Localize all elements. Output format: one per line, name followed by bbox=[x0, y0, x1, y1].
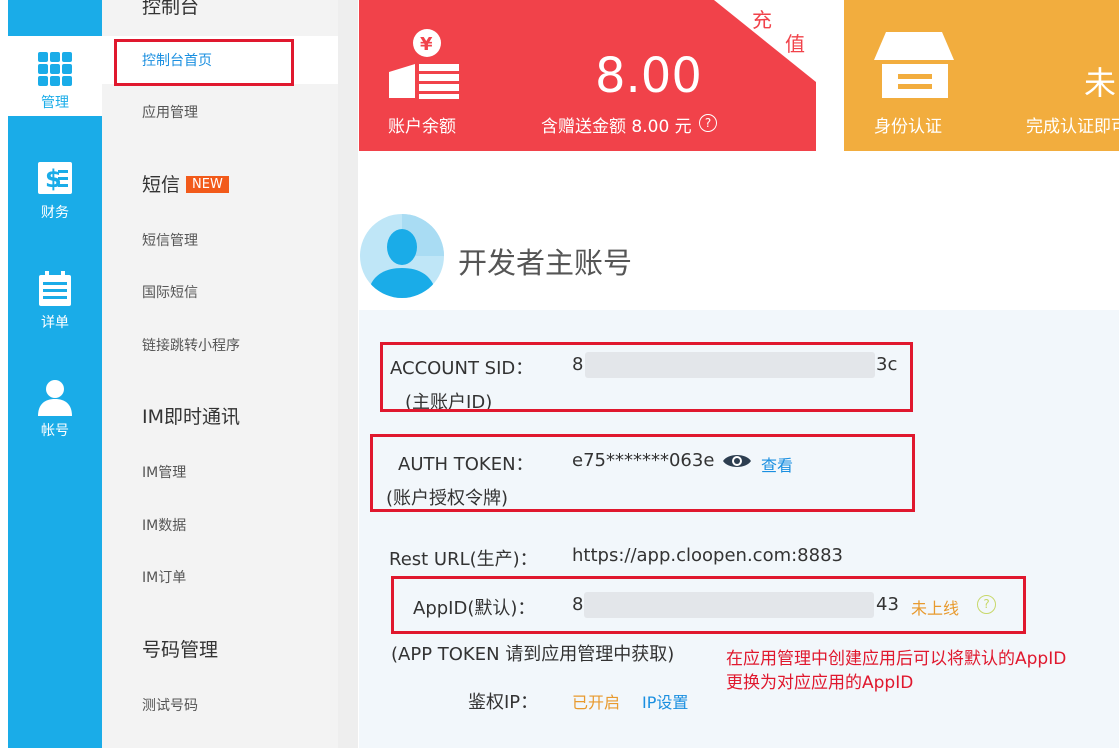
user-icon bbox=[38, 380, 72, 416]
rest-url-value: https://app.cloopen.com:8883 bbox=[572, 545, 843, 566]
highlight-box-appid bbox=[391, 576, 1026, 634]
group-console: 控制台 bbox=[142, 0, 200, 18]
identity-card: 未 身份认证 完成认证即可 bbox=[844, 0, 1119, 151]
rest-url-label: Rest URL(生产)： bbox=[389, 549, 538, 570]
account-title: 开发者主账号 bbox=[458, 246, 633, 280]
submenu-im-data[interactable]: IM数据 bbox=[142, 515, 186, 535]
submenu-panel bbox=[102, 0, 338, 748]
rail-label-account: 帐号 bbox=[41, 423, 69, 439]
ip-label: 鉴权IP： bbox=[468, 692, 539, 713]
calendar-icon bbox=[39, 271, 71, 306]
app-token-note: (APP TOKEN 请到应用管理中获取) bbox=[391, 644, 675, 665]
grid-icon bbox=[38, 52, 72, 86]
rail-item-account[interactable]: 帐号 bbox=[8, 364, 102, 444]
rail-item-finance[interactable]: $ 财务 bbox=[8, 146, 102, 226]
ip-status: 已开启 bbox=[572, 693, 621, 712]
submenu-app-manage[interactable]: 应用管理 bbox=[142, 102, 198, 122]
group-sms-label: 短信 bbox=[142, 174, 181, 196]
balance-label: 账户余额 bbox=[388, 117, 456, 137]
recharge-text-1[interactable]: 充 bbox=[752, 4, 772, 33]
new-badge: NEW bbox=[186, 176, 229, 193]
svg-text:¥: ¥ bbox=[420, 34, 433, 55]
help-icon[interactable]: ? bbox=[699, 114, 717, 132]
content-gap bbox=[338, 0, 358, 748]
ip-settings-link[interactable]: IP设置 bbox=[642, 689, 688, 713]
group-number: 号码管理 bbox=[142, 639, 219, 661]
submenu-link-mini[interactable]: 链接跳转小程序 bbox=[142, 335, 240, 355]
finance-icon: $ bbox=[38, 162, 72, 194]
submenu-im-order[interactable]: IM订单 bbox=[142, 567, 186, 587]
identity-label: 身份认证 bbox=[874, 117, 942, 137]
rail-item-manage[interactable]: 管理 bbox=[8, 36, 102, 116]
submenu-sms-manage[interactable]: 短信管理 bbox=[142, 230, 198, 250]
annotation-line-1: 在应用管理中创建应用后可以将默认的AppID bbox=[726, 649, 1067, 669]
gift-amount-text: 含赠送金额 8.00 元 bbox=[541, 117, 692, 137]
rail-label-finance: 财务 bbox=[41, 205, 69, 221]
money-icon: ¥ bbox=[389, 29, 459, 99]
rail-label-details: 详单 bbox=[41, 315, 69, 331]
rail-item-details[interactable]: 详单 bbox=[8, 256, 102, 336]
verify-status: 未 bbox=[1084, 64, 1117, 102]
submenu-intl-sms[interactable]: 国际短信 bbox=[142, 282, 198, 302]
printer-icon bbox=[874, 32, 954, 98]
rail-label-manage: 管理 bbox=[41, 95, 69, 111]
group-sms: 短信 NEW bbox=[142, 170, 229, 197]
rail-edge bbox=[0, 0, 8, 748]
highlight-box-console-home bbox=[114, 39, 294, 86]
highlight-box-sid bbox=[380, 342, 913, 412]
balance-amount: 8.00 bbox=[595, 48, 702, 104]
avatar bbox=[360, 214, 444, 298]
balance-card: 充 值 ¥ 8.00 账户余额 含赠送金额 8.00 元 ? bbox=[359, 0, 816, 151]
submenu-test-number[interactable]: 测试号码 bbox=[142, 695, 198, 715]
submenu-im-manage[interactable]: IM管理 bbox=[142, 462, 186, 482]
annotation-line-2: 更换为对应应用的AppID bbox=[726, 673, 914, 693]
group-im: IM即时通讯 bbox=[142, 406, 240, 428]
recharge-text-2[interactable]: 值 bbox=[785, 28, 805, 57]
highlight-box-token bbox=[370, 434, 915, 512]
identity-desc: 完成认证即可 bbox=[1026, 117, 1119, 137]
